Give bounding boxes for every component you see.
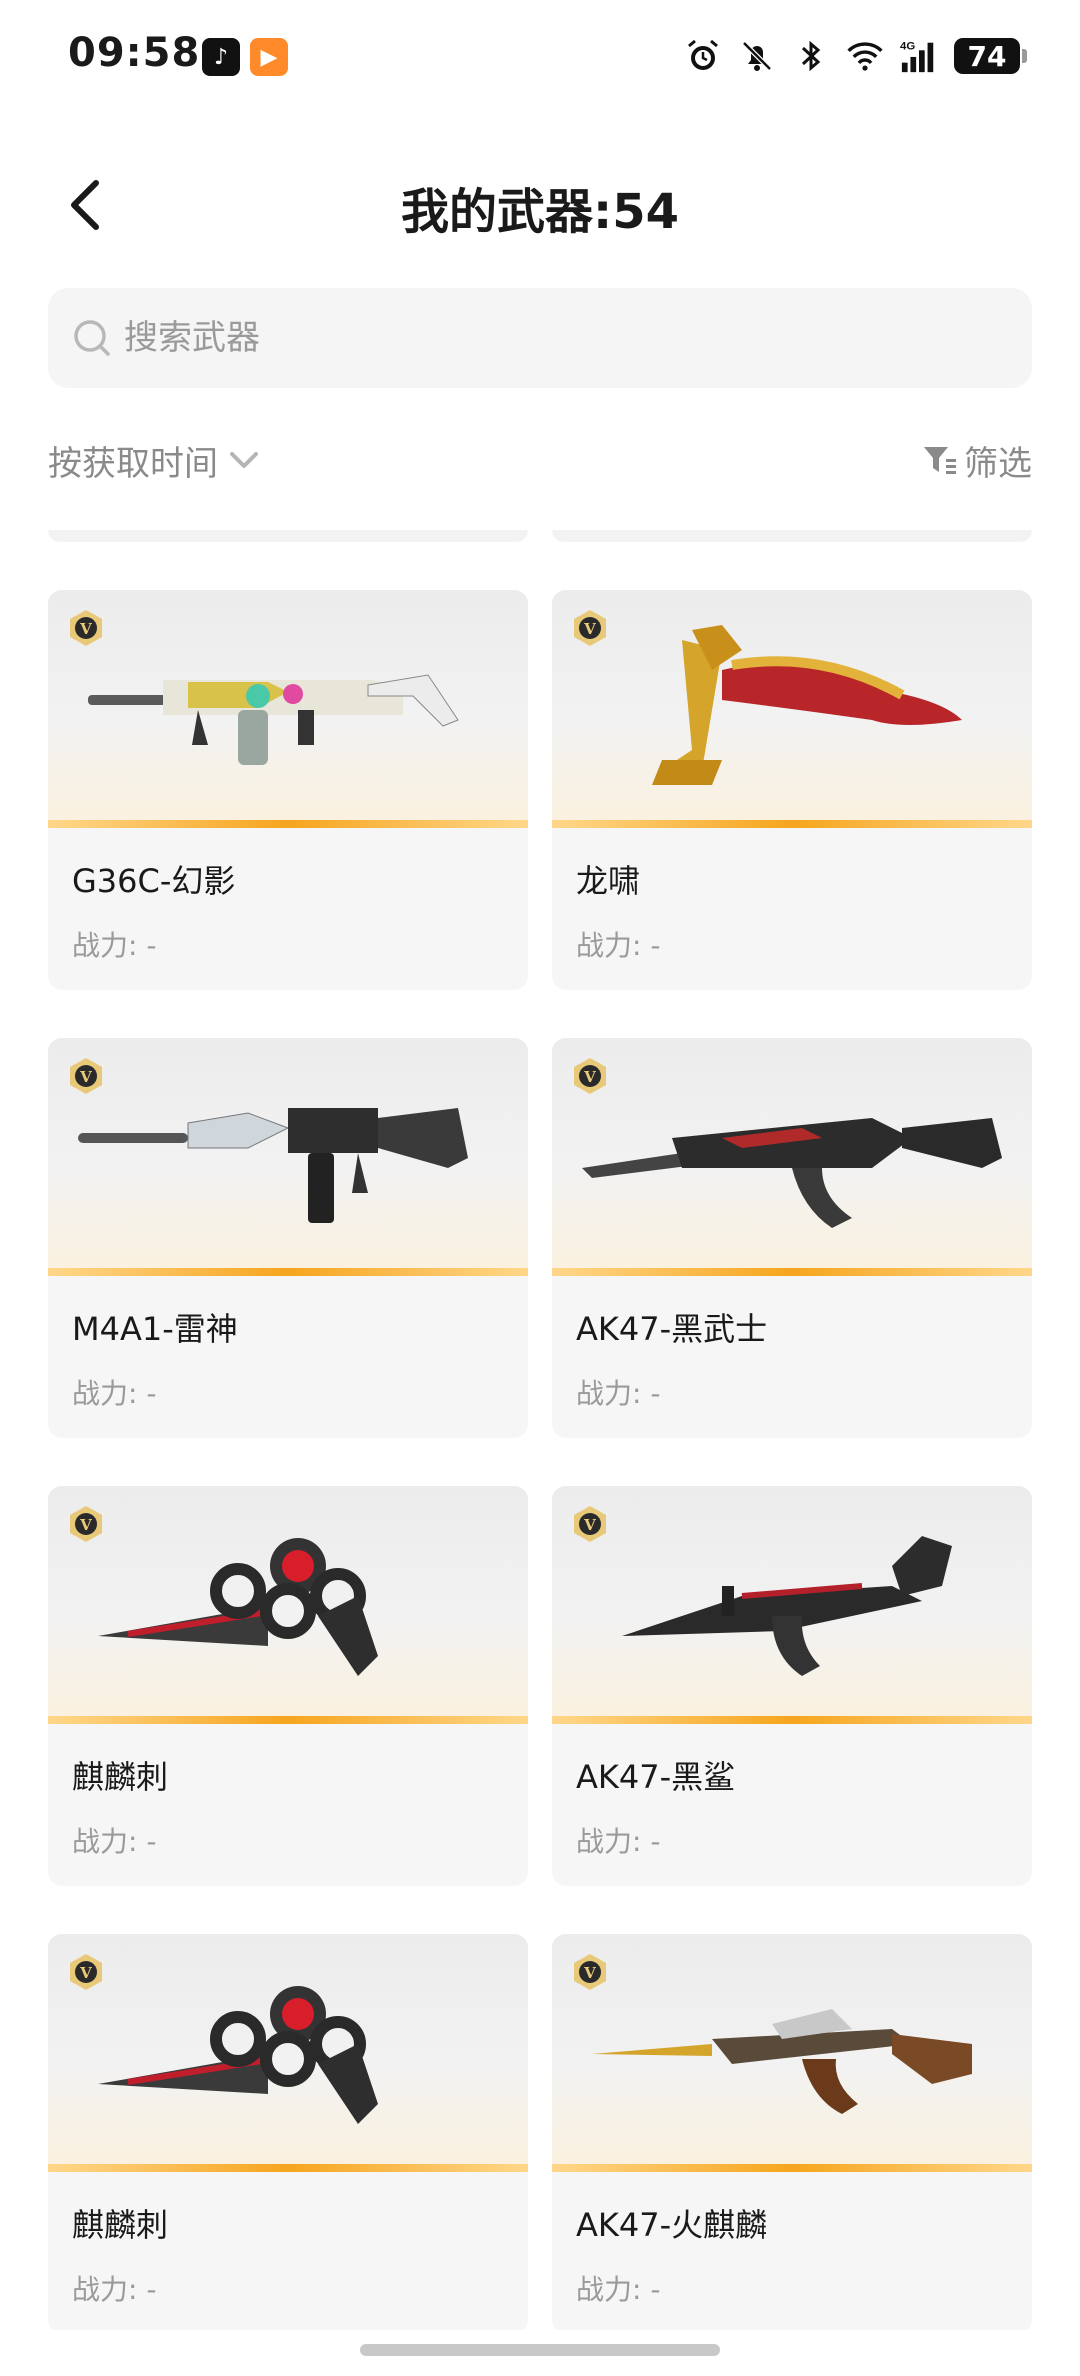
svg-text:V: V	[79, 1068, 92, 1086]
rifle-image-icon	[78, 1108, 468, 1223]
weapon-card[interactable]: V AK47-火麒麟 战力: -	[552, 1934, 1032, 2330]
rifle-image-icon	[592, 2009, 972, 2114]
weapon-image-area: V	[48, 1038, 528, 1276]
wifi-icon	[846, 37, 884, 75]
status-time: 09:58	[68, 30, 201, 76]
search-input[interactable]	[122, 317, 976, 359]
weapon-power: 战力: -	[576, 929, 661, 962]
video-app-icon: ▶	[250, 38, 288, 76]
knuckle-knife-image-icon	[98, 1538, 378, 1676]
weapon-power: 战力: -	[72, 1377, 157, 1410]
weapon-name: AK47-黑武士	[576, 1310, 768, 1348]
svg-text:V: V	[79, 1516, 92, 1534]
weapon-image-area: V	[552, 1934, 1032, 2172]
weapon-image-area: V	[48, 590, 528, 828]
chevron-down-icon	[230, 451, 258, 468]
axe-image-icon	[652, 625, 962, 785]
sort-dropdown[interactable]: 按获取时间	[48, 436, 264, 485]
rifle-image-icon	[88, 674, 459, 765]
alarm-icon	[684, 37, 722, 75]
svg-text:V: V	[583, 1068, 596, 1086]
weapon-name: G36C-幻影	[72, 862, 236, 900]
vip-badge-icon: V	[70, 610, 102, 646]
bluetooth-icon	[792, 37, 830, 75]
vip-badge-icon: V	[574, 1954, 606, 1990]
search-icon	[70, 316, 114, 360]
weapon-card[interactable]: V G36C-幻影 战力: -	[48, 590, 528, 990]
svg-text:V: V	[79, 620, 92, 638]
weapon-image-area: V	[552, 1038, 1032, 1276]
vip-badge-icon: V	[70, 1058, 102, 1094]
svg-text:V: V	[583, 1516, 596, 1534]
weapon-card[interactable]: V AK47-黑鲨 战力: -	[552, 1486, 1032, 1886]
page-title: 我的武器:54	[401, 184, 679, 240]
filter-label: 筛选	[964, 444, 1032, 484]
svg-text:V: V	[583, 620, 596, 638]
weapon-power: 战力: -	[576, 1377, 661, 1410]
vip-badge-icon: V	[574, 1506, 606, 1542]
weapon-image-area: V	[48, 1934, 528, 2172]
weapon-name: AK47-火麒麟	[576, 2206, 768, 2244]
signal-4g-icon: 4G	[900, 37, 938, 75]
vip-badge-icon: V	[574, 610, 606, 646]
sort-label: 按获取时间	[48, 444, 218, 484]
weapon-name: M4A1-雷神	[72, 1310, 238, 1348]
weapon-card[interactable]: V AK47-黑武士 战力: -	[552, 1038, 1032, 1438]
weapon-power: 战力: -	[72, 2273, 157, 2306]
svg-text:V: V	[79, 1964, 92, 1982]
search-bar[interactable]	[48, 288, 1032, 388]
bell-muted-icon	[738, 37, 776, 75]
battery-icon: 74	[954, 38, 1027, 74]
svg-text:4G: 4G	[900, 40, 915, 52]
rifle-image-icon	[582, 1118, 1002, 1228]
weapon-name: 麒麟刺	[72, 2206, 169, 2244]
weapon-card[interactable]: V 麒麟刺 战力: -	[48, 1934, 528, 2330]
weapon-power: 战力: -	[72, 1825, 157, 1858]
weapon-name: 龙啸	[576, 862, 641, 900]
card-partial-top	[48, 530, 528, 542]
status-icons: 4G 74	[684, 34, 1027, 78]
weapon-grid: V G36C-幻影 战力: - V 龙啸 战力: - V M4A1-雷神 战力:…	[48, 530, 1032, 2330]
filter-button[interactable]: 筛选	[922, 436, 1032, 485]
svg-text:V: V	[583, 1964, 596, 1982]
weapon-name: 麒麟刺	[72, 1758, 169, 1796]
weapon-image-area: V	[552, 590, 1032, 828]
weapon-image-area: V	[552, 1486, 1032, 1724]
weapon-card[interactable]: V 龙啸 战力: -	[552, 590, 1032, 990]
home-indicator[interactable]	[360, 2344, 720, 2356]
weapon-card[interactable]: V 麒麟刺 战力: -	[48, 1486, 528, 1886]
weapon-power: 战力: -	[576, 1825, 661, 1858]
knuckle-knife-image-icon	[98, 1986, 378, 2124]
weapon-image-area: V	[48, 1486, 528, 1724]
filter-icon	[924, 446, 956, 474]
vip-badge-icon: V	[70, 1954, 102, 1990]
card-partial-top	[552, 530, 1032, 542]
weapon-power: 战力: -	[576, 2273, 661, 2306]
vip-badge-icon: V	[574, 1058, 606, 1094]
status-bar: 09:58 ♪ ▶ 4G 74	[0, 0, 1080, 120]
weapon-power: 战力: -	[72, 929, 157, 962]
weapon-card[interactable]: V M4A1-雷神 战力: -	[48, 1038, 528, 1438]
rifle-image-icon	[622, 1536, 952, 1676]
vip-badge-icon: V	[70, 1506, 102, 1542]
tiktok-app-icon: ♪	[202, 38, 240, 76]
weapon-name: AK47-黑鲨	[576, 1758, 736, 1796]
